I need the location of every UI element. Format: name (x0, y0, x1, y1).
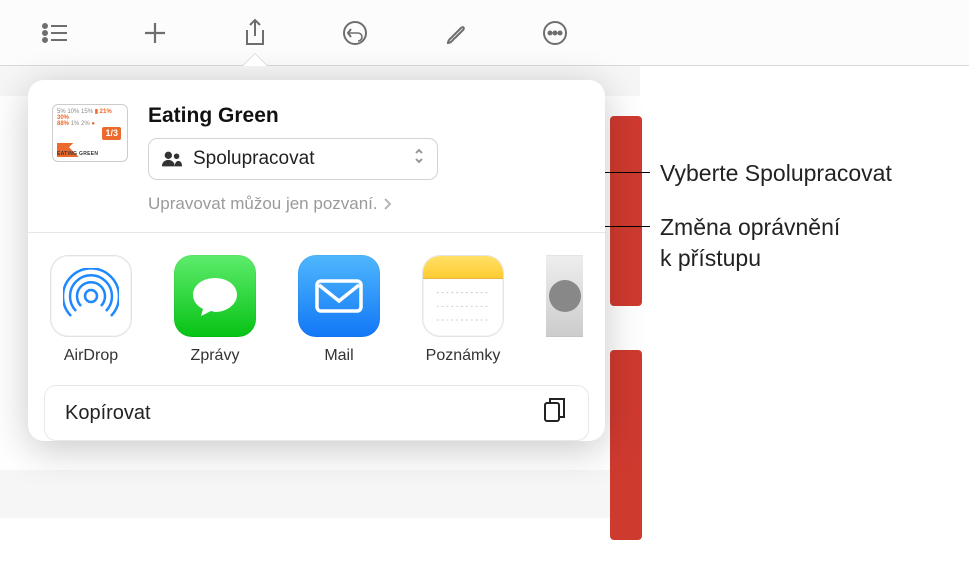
brush-icon[interactable] (440, 18, 470, 48)
notes-icon (422, 255, 504, 337)
app-label: AirDrop (64, 347, 118, 365)
add-icon[interactable] (140, 18, 170, 48)
callout-collaborate: Vyberte Spolupracovat (660, 158, 892, 189)
chevron-right-icon (382, 197, 392, 211)
top-toolbar (0, 0, 969, 66)
collaborate-label: Spolupracovat (193, 148, 314, 170)
document-thumbnail: 5% 10% 15% ▮ 21% 30% 88% 1% 2% ● 1/3 EAT… (52, 104, 128, 162)
share-app-messages[interactable]: Zprávy (174, 255, 256, 365)
share-app-notes[interactable]: Poznámky (422, 255, 504, 365)
background-red-strip (610, 350, 642, 540)
copy-icon (542, 396, 568, 430)
copy-action[interactable]: Kopírovat (44, 385, 589, 441)
messages-icon (174, 255, 256, 337)
document-title: Eating Green (148, 104, 581, 128)
share-apps-row: AirDrop Zprávy Mail (28, 233, 605, 373)
airdrop-icon (50, 255, 132, 337)
app-label: Poznámky (426, 347, 501, 365)
share-app-more[interactable] (546, 255, 583, 365)
share-sheet: 5% 10% 15% ▮ 21% 30% 88% 1% 2% ● 1/3 EAT… (28, 80, 605, 441)
permissions-text: Upravovat můžou jen pozvaní. (148, 194, 378, 214)
undo-icon[interactable] (340, 18, 370, 48)
share-sheet-header: 5% 10% 15% ▮ 21% 30% 88% 1% 2% ● 1/3 EAT… (28, 80, 605, 233)
generic-app-icon (546, 255, 583, 337)
share-app-mail[interactable]: Mail (298, 255, 380, 365)
more-icon[interactable] (540, 18, 570, 48)
share-actions: Kopírovat (28, 373, 605, 441)
collaborate-dropdown[interactable]: Spolupracovat (148, 138, 438, 180)
share-icon[interactable] (240, 18, 270, 48)
background-strip (0, 470, 640, 518)
app-label: Mail (324, 347, 353, 365)
chevron-updown-icon (413, 147, 425, 171)
share-app-airdrop[interactable]: AirDrop (50, 255, 132, 365)
mail-icon (298, 255, 380, 337)
copy-label: Kopírovat (65, 402, 151, 425)
list-icon[interactable] (40, 18, 70, 48)
app-label: Zprávy (191, 347, 240, 365)
background-red-strip (610, 116, 642, 306)
people-icon (161, 150, 183, 168)
callout-permissions: Změna oprávněník přístupu (660, 212, 840, 274)
permissions-row[interactable]: Upravovat můžou jen pozvaní. (148, 194, 581, 214)
